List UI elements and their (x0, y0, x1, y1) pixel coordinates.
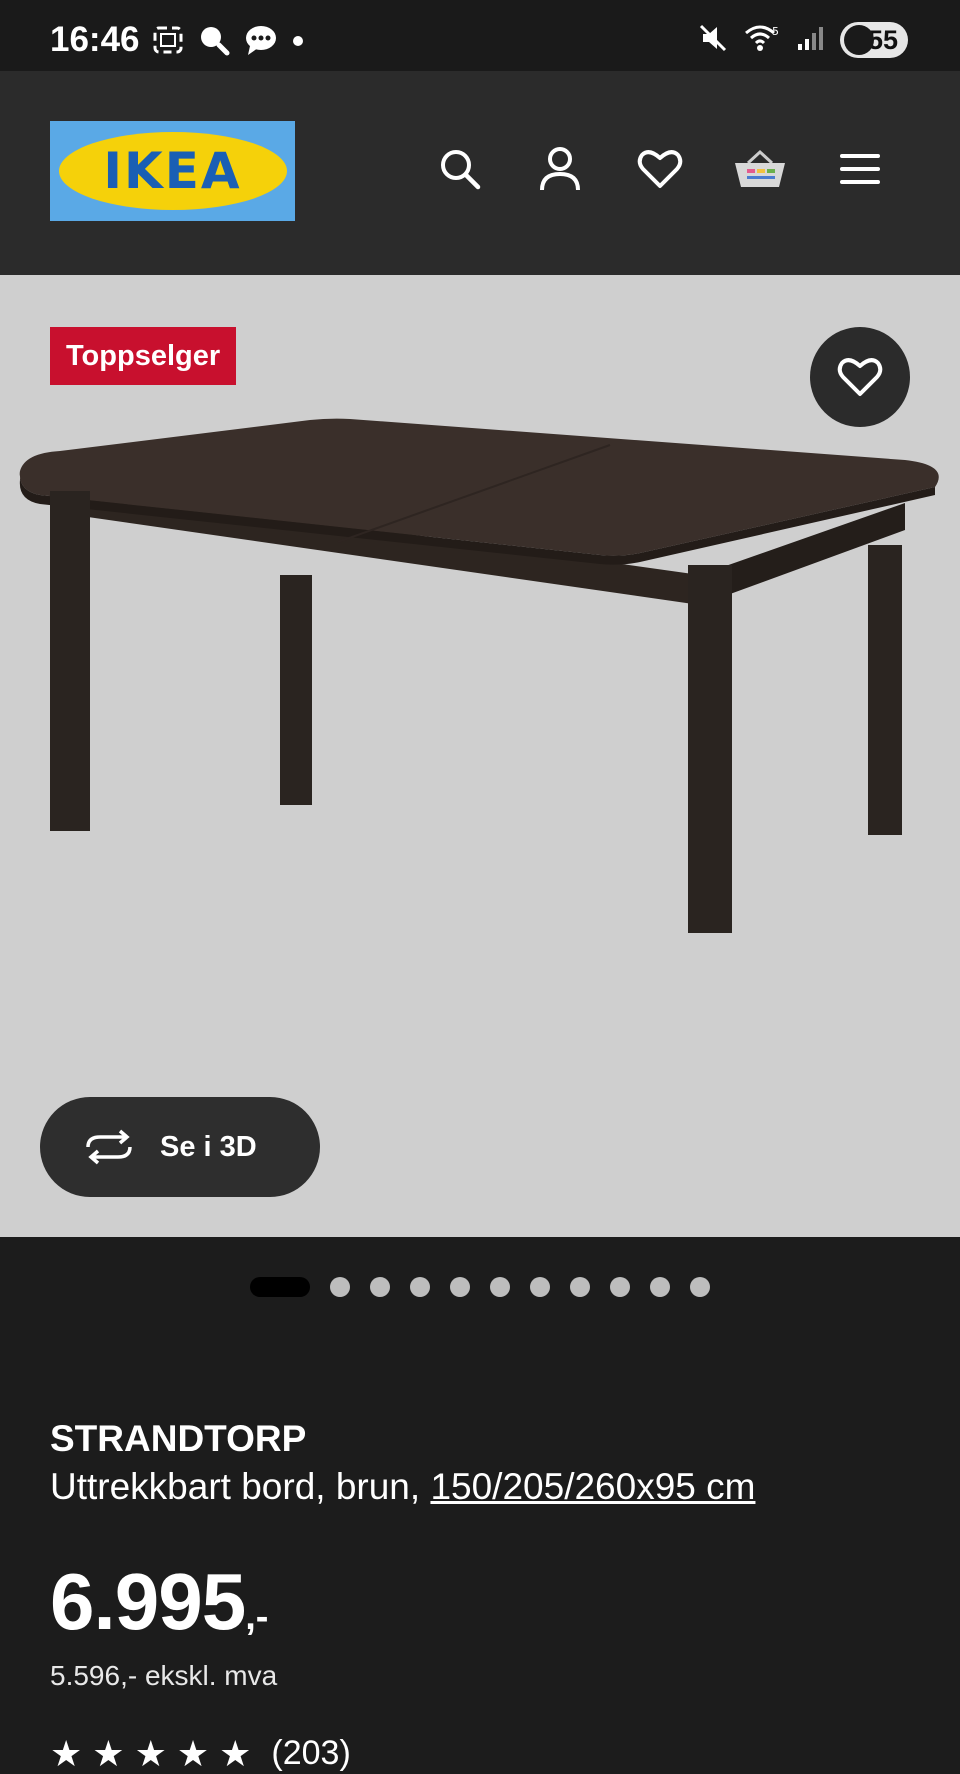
site-header: IKEA (0, 71, 960, 275)
status-icons-right: 5 55 (698, 22, 908, 58)
product-dimensions-link[interactable]: 150/205/260x95 cm (430, 1466, 755, 1507)
dot-icon (292, 34, 304, 52)
chat-icon (244, 24, 278, 61)
gallery-dot[interactable] (490, 1277, 510, 1297)
gallery-dot[interactable] (570, 1277, 590, 1297)
product-price: 6.995,- (50, 1556, 268, 1648)
price-excl-vat: 5.596,- ekskl. mva (50, 1660, 278, 1691)
gallery-dot[interactable] (530, 1277, 550, 1297)
product-description: Uttrekkbart bord, brun, 150/205/260x95 c… (50, 1466, 755, 1508)
gallery-dot[interactable] (250, 1277, 310, 1297)
cart-icon[interactable] (732, 141, 788, 197)
gallery-dot[interactable] (450, 1277, 470, 1297)
product-gallery[interactable]: Toppselger Se i 3D (0, 275, 960, 1237)
gallery-dot[interactable] (610, 1277, 630, 1297)
signal-icon (796, 24, 824, 57)
gallery-dot[interactable] (370, 1277, 390, 1297)
gallery-dot[interactable] (410, 1277, 430, 1297)
search-icon (198, 24, 230, 61)
gallery-dot[interactable] (690, 1277, 710, 1297)
wifi-icon: 5 (744, 23, 780, 58)
product-name: STRANDTORP (50, 1418, 307, 1459)
heart-icon (837, 358, 883, 396)
rotate-3d-icon (86, 1129, 132, 1165)
account-icon[interactable] (532, 141, 588, 197)
status-bar: 16:46 5 55 (0, 0, 960, 71)
product-type: Uttrekkbart bord, brun, (50, 1466, 431, 1507)
ikea-logo[interactable]: IKEA (50, 121, 295, 221)
search-icon[interactable] (432, 141, 488, 197)
status-icons-left (152, 24, 304, 61)
wishlist-icon[interactable] (632, 141, 688, 197)
logo-text: IKEA (103, 142, 242, 200)
gallery-dot[interactable] (330, 1277, 350, 1297)
battery-icon: 55 (840, 22, 908, 58)
view-in-3d-label: Se i 3D (160, 1130, 257, 1163)
price-main: 6.995 (50, 1557, 246, 1646)
mute-icon (698, 23, 728, 58)
battery-saver-icon (844, 25, 874, 55)
view-in-3d-button[interactable]: Se i 3D (40, 1097, 320, 1197)
product-image (19, 418, 939, 933)
gallery-pager (0, 1276, 960, 1298)
top-seller-badge: Toppselger (50, 327, 237, 385)
gallery-dot[interactable] (650, 1277, 670, 1297)
status-time: 16:46 (50, 20, 140, 59)
price-suffix: ,- (245, 1596, 269, 1638)
logo-oval: IKEA (58, 132, 287, 210)
menu-icon[interactable] (832, 141, 888, 197)
screenshot-icon (152, 25, 184, 60)
add-to-wishlist-button[interactable] (810, 327, 910, 427)
svg-text:5: 5 (772, 25, 779, 38)
